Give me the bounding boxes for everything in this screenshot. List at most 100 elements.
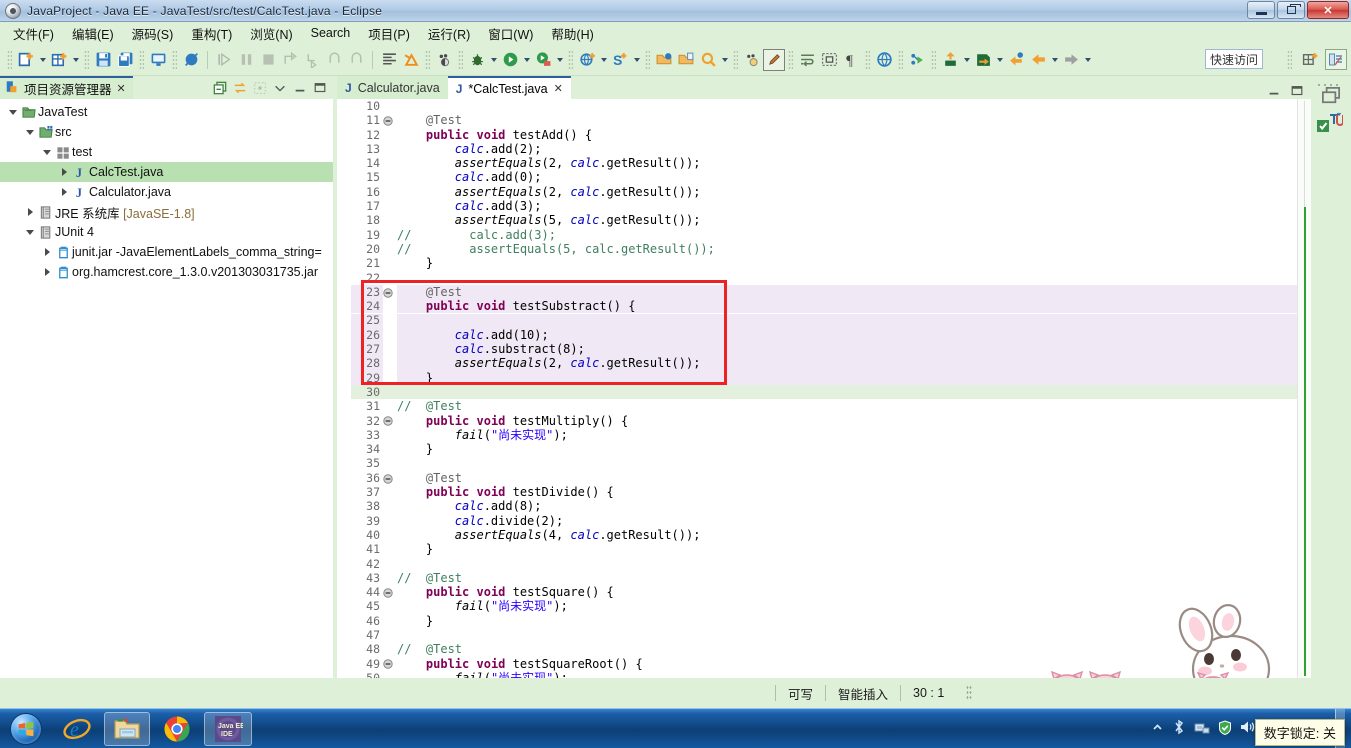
collapse-twisty-icon[interactable]: [6, 109, 20, 115]
minimize-button[interactable]: [1247, 1, 1275, 19]
file-explorer-icon[interactable]: [104, 711, 150, 746]
step-return-icon[interactable]: [323, 49, 345, 71]
expand-twisty-icon[interactable]: [57, 168, 71, 176]
fold-collapse-icon[interactable]: [383, 414, 397, 428]
editor-tab-calculator[interactable]: J Calculator.java: [337, 76, 448, 99]
code-line[interactable]: assertEquals(2, calc.getResult());: [397, 356, 1297, 370]
code-line[interactable]: }: [397, 442, 1297, 456]
maximize-view-icon[interactable]: [311, 79, 328, 96]
code-line[interactable]: calc.substract(8);: [397, 342, 1297, 356]
new-icon[interactable]: [15, 49, 37, 71]
new-web-project-icon[interactable]: [576, 49, 598, 71]
start-button[interactable]: [0, 710, 52, 748]
close-icon[interactable]: ✕: [554, 82, 563, 95]
search-dropdown-icon[interactable]: [719, 49, 730, 71]
tree-item[interactable]: src: [0, 122, 333, 142]
menu-item-search[interactable]: Search: [302, 24, 360, 42]
code-line[interactable]: calc.divide(2);: [397, 514, 1297, 528]
code-line[interactable]: calc.add(10);: [397, 328, 1297, 342]
code-line[interactable]: [397, 628, 1297, 642]
close-icon[interactable]: ✕: [117, 82, 126, 95]
toolbar-grip-4[interactable]: [172, 49, 177, 70]
code-line[interactable]: assertEquals(5, calc.getResult());: [397, 213, 1297, 227]
code-line[interactable]: // @Test: [397, 642, 1297, 656]
fold-collapse-icon[interactable]: [383, 113, 397, 127]
toolbar-grip-9[interactable]: [733, 49, 738, 70]
run-icon[interactable]: [499, 49, 521, 71]
code-line[interactable]: }: [397, 371, 1297, 385]
tree-item[interactable]: J CalcTest.java: [0, 162, 333, 182]
code-line[interactable]: @Test: [397, 471, 1297, 485]
code-line[interactable]: @Test: [397, 113, 1297, 127]
close-button[interactable]: ✕: [1307, 1, 1349, 19]
toolbar-grip-13[interactable]: [931, 49, 936, 70]
forward-dropdown-icon[interactable]: [1082, 49, 1093, 71]
expand-twisty-icon[interactable]: [23, 208, 37, 216]
open-type-icon[interactable]: [653, 49, 675, 71]
toolbar-grip-7[interactable]: [568, 49, 573, 70]
restore-views-icon[interactable]: [1321, 86, 1341, 109]
junit-run-icon[interactable]: [400, 49, 422, 71]
code-line[interactable]: [397, 99, 1297, 113]
tree-item[interactable]: org.hamcrest.core_1.3.0.v201303031735.ja…: [0, 262, 333, 282]
code-line[interactable]: [397, 385, 1297, 399]
editor-folding-gutter[interactable]: [383, 99, 397, 678]
menu-item-navigate[interactable]: 浏览(N): [241, 22, 301, 45]
step-into-icon[interactable]: [301, 49, 323, 71]
suspend-icon[interactable]: [235, 49, 257, 71]
collapse-all-icon[interactable]: [211, 79, 228, 96]
step-over-icon[interactable]: [279, 49, 301, 71]
collapse-twisty-icon[interactable]: [40, 149, 54, 155]
edit-marker-icon[interactable]: [763, 48, 785, 71]
minimize-view-icon[interactable]: [291, 79, 308, 96]
code-line[interactable]: calc.add(8);: [397, 499, 1297, 513]
project-tree[interactable]: JavaTest src test J CalcTest.java J Calculator…: [0, 99, 333, 678]
code-line[interactable]: public void testAdd() {: [397, 128, 1297, 142]
menu-item-refactor[interactable]: 重构(T): [182, 22, 241, 45]
tree-item[interactable]: JavaTest: [0, 102, 333, 122]
junit-view-icon[interactable]: [1317, 112, 1344, 137]
toolbar-grip-5[interactable]: [425, 49, 430, 70]
fold-collapse-icon[interactable]: [383, 657, 397, 671]
code-line[interactable]: public void testSquareRoot() {: [397, 657, 1297, 671]
code-line[interactable]: // @Test: [397, 399, 1297, 413]
new-wizard-icon[interactable]: [48, 49, 70, 71]
toolbar-grip[interactable]: [7, 49, 12, 70]
menu-item-project[interactable]: 项目(P): [359, 22, 419, 45]
toolbar-grip-6[interactable]: [458, 49, 463, 70]
forward-icon[interactable]: [1060, 49, 1082, 71]
code-line[interactable]: fail("尚未实现");: [397, 671, 1297, 678]
maximize-editor-icon[interactable]: [1288, 82, 1305, 99]
code-line[interactable]: assertEquals(2, calc.getResult());: [397, 156, 1297, 170]
new-server-dropdown-icon[interactable]: [631, 49, 642, 71]
new-web-dropdown-icon[interactable]: [598, 49, 609, 71]
tree-item[interactable]: JRE 系统库 [JavaSE-1.8]: [0, 202, 333, 222]
code-line[interactable]: [397, 271, 1297, 285]
fold-collapse-icon[interactable]: [383, 471, 397, 485]
internet-explorer-icon[interactable]: e: [54, 712, 100, 746]
toolbar-grip-11[interactable]: [865, 49, 870, 70]
back-dropdown-icon[interactable]: [1049, 49, 1060, 71]
code-line[interactable]: }: [397, 614, 1297, 628]
link-with-editor-icon[interactable]: [231, 79, 248, 96]
java-ee-perspective-icon[interactable]: [1325, 49, 1347, 70]
expand-twisty-icon[interactable]: [40, 248, 54, 256]
toolbar-grip-2[interactable]: [84, 49, 89, 70]
next-annotation-dropdown-icon[interactable]: [961, 49, 972, 71]
collapse-twisty-icon[interactable]: [23, 229, 37, 235]
maximize-button[interactable]: [1277, 1, 1305, 19]
search-icon[interactable]: [697, 49, 719, 71]
debug-icon[interactable]: [466, 49, 488, 71]
terminate-icon[interactable]: [257, 49, 279, 71]
status-grip[interactable]: [966, 685, 973, 701]
toolbar-grip-3[interactable]: [139, 49, 144, 70]
open-browser-icon[interactable]: [873, 49, 895, 71]
quick-access-input[interactable]: 快速访问: [1205, 49, 1263, 69]
external-tools-dropdown-icon[interactable]: [554, 49, 565, 71]
code-line[interactable]: calc.add(0);: [397, 170, 1297, 184]
code-line[interactable]: fail("尚未实现");: [397, 599, 1297, 613]
tray-arrow-icon[interactable]: [1151, 721, 1164, 737]
eclipse-javaee-icon[interactable]: Java EE IDE: [204, 711, 252, 746]
project-explorer-tab[interactable]: 项目资源管理器 ✕: [0, 76, 133, 99]
code-line[interactable]: // @Test: [397, 571, 1297, 585]
